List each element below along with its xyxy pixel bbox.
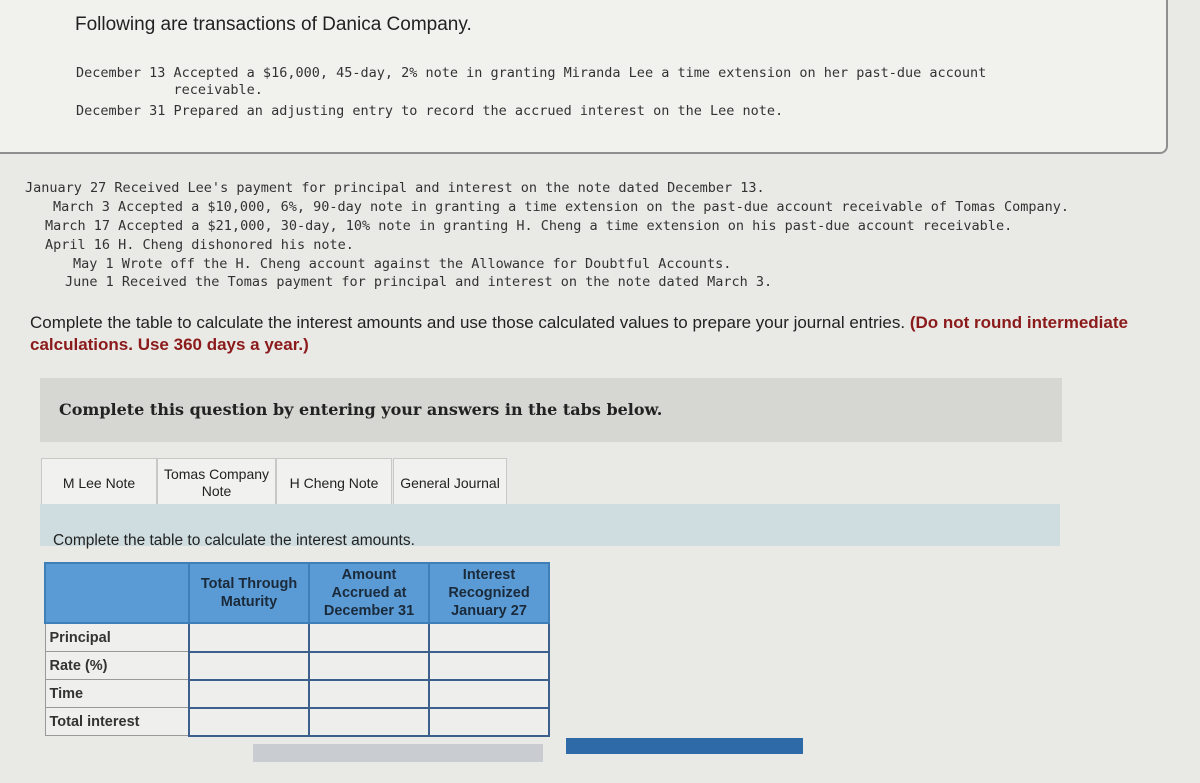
transaction-line: December 31 Prepared an adjusting entry … (76, 103, 784, 119)
sub-instruction-bar: Complete the table to calculate the inte… (40, 504, 1060, 549)
interest-table: Total Through Maturity Amount Accrued at… (44, 562, 550, 737)
row-label-principal: Principal (44, 622, 190, 652)
interest-accrued-input[interactable] (310, 709, 428, 734)
header-total-through-maturity: Total Through Maturity (188, 562, 310, 624)
header-accrued-dec-31: Amount Accrued at December 31 (308, 562, 430, 624)
transaction-line: January 27 Received Lee's payment for pr… (25, 180, 765, 196)
tab-m-lee-note[interactable]: M Lee Note (41, 458, 157, 508)
rate-accrued-input[interactable] (310, 653, 428, 678)
rate-recognized-input[interactable] (430, 653, 548, 678)
transaction-line: December 13 Accepted a $16,000, 45-day, … (76, 65, 987, 81)
principal-accrued-input[interactable] (310, 624, 428, 650)
tab-h-cheng-note[interactable]: H Cheng Note (276, 458, 392, 508)
instruction-text: Complete the table to calculate the inte… (30, 313, 906, 332)
header-blank (44, 562, 190, 624)
transaction-line: March 3 Accepted a $10,000, 6%, 90-day n… (53, 199, 1069, 215)
row-label-time: Time (44, 679, 190, 708)
interest-total-input[interactable] (190, 709, 308, 734)
time-accrued-input[interactable] (310, 681, 428, 706)
problem-title: Following are transactions of Danica Com… (75, 14, 472, 35)
transaction-line: June 1 Received the Tomas payment for pr… (65, 274, 773, 290)
transaction-line: May 1 Wrote off the H. Cheng account aga… (73, 256, 732, 272)
transaction-line: March 17 Accepted a $21,000, 30-day, 10%… (45, 218, 1013, 234)
transaction-line: receivable. (76, 82, 263, 98)
scrollbar[interactable] (253, 744, 543, 762)
question-bar-text: Complete this question by entering your … (59, 400, 663, 419)
principal-total-input[interactable] (190, 624, 308, 650)
tab-general-journal[interactable]: General Journal (393, 458, 507, 508)
instructions: Complete the table to calculate the inte… (30, 312, 1170, 356)
principal-recognized-input[interactable] (430, 624, 548, 650)
tab-tomas-company-note[interactable]: Tomas Company Note (157, 458, 276, 508)
transaction-line: April 16 H. Cheng dishonored his note. (45, 237, 354, 253)
interest-recognized-input[interactable] (430, 709, 548, 734)
time-recognized-input[interactable] (430, 681, 548, 706)
rate-total-input[interactable] (190, 653, 308, 678)
next-button[interactable] (566, 738, 803, 754)
row-label-rate: Rate (%) (44, 651, 190, 680)
question-bar: Complete this question by entering your … (40, 378, 1062, 442)
row-label-total-interest: Total interest (44, 707, 190, 736)
header-recognized-jan-27: Interest Recognized January 27 (428, 562, 550, 624)
time-total-input[interactable] (190, 681, 308, 706)
sub-instruction: Complete the table to calculate the inte… (53, 532, 415, 549)
